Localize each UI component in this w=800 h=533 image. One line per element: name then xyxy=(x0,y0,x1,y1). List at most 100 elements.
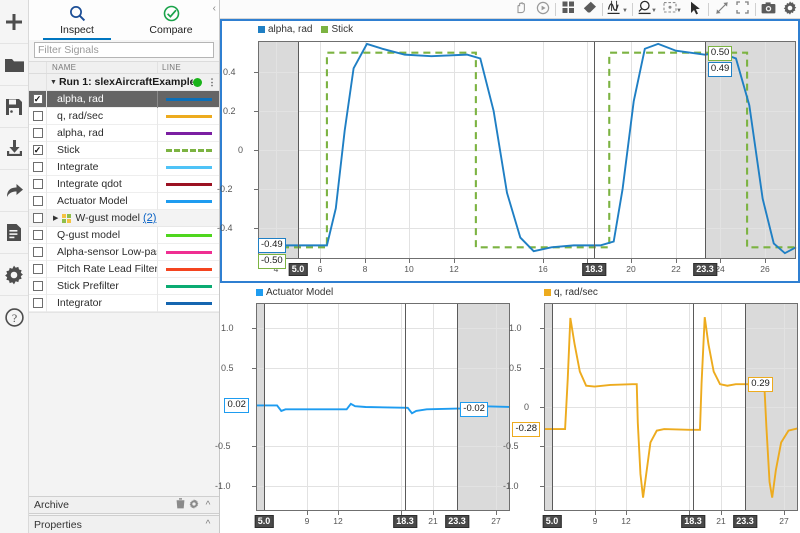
chevron-up-icon[interactable]: ^ xyxy=(201,500,215,511)
plot-actuator-model[interactable]: Actuator Model9121821271.00.5-0.5-1.05.0… xyxy=(215,285,512,533)
cursor-value-tag[interactable]: 0.50 xyxy=(707,45,733,61)
select-arrow-button[interactable] xyxy=(685,0,706,19)
snapshot-camera-button[interactable] xyxy=(758,0,779,19)
signal-row[interactable]: Integrate xyxy=(29,158,219,176)
signal-visibility-checkbox[interactable] xyxy=(29,226,47,244)
signal-row[interactable]: Actuator Model xyxy=(29,192,219,210)
signal-line-style[interactable] xyxy=(157,124,219,142)
eraser-button[interactable] xyxy=(579,0,600,19)
signal-line-style[interactable] xyxy=(157,90,219,108)
signal-line-style[interactable] xyxy=(157,294,219,312)
add-button[interactable] xyxy=(0,0,28,44)
signal-line-style[interactable] xyxy=(157,226,219,244)
cursor-value-tag[interactable]: 0.49 xyxy=(707,61,733,77)
cursor-time-label[interactable]: 5.0 xyxy=(542,515,562,528)
fullscreen-button[interactable] xyxy=(732,0,753,19)
signal-visibility-checkbox[interactable] xyxy=(29,243,47,261)
zoom-in-button[interactable]: ▼ xyxy=(635,0,660,19)
plot-axes[interactable]: 46810121618202224260.40.20-0.2-0.45.018.… xyxy=(217,41,797,276)
cursor-value-tag[interactable]: 0.02 xyxy=(224,398,249,414)
more-options-icon[interactable]: ⋮ xyxy=(207,78,217,87)
tab-compare[interactable]: Compare xyxy=(125,0,217,40)
legend-item[interactable]: Actuator Model xyxy=(256,287,333,298)
save-button[interactable] xyxy=(0,86,28,128)
signal-line-style[interactable] xyxy=(157,260,219,278)
signal-line-style[interactable] xyxy=(157,277,219,295)
signal-line-style[interactable] xyxy=(157,175,219,193)
report-button[interactable] xyxy=(0,212,28,254)
signal-visibility-checkbox[interactable] xyxy=(29,107,47,125)
group-count[interactable]: (2) xyxy=(143,212,156,224)
chevron-down-icon[interactable]: ▼ xyxy=(676,8,682,14)
plot-axes[interactable]: 9121821271.00.50-0.5-1.05.018.323.3-0.28… xyxy=(503,303,799,528)
cursor-value-tag[interactable]: -0.02 xyxy=(460,401,488,417)
cursor-time-label[interactable]: 23.3 xyxy=(693,263,717,276)
restore-view-button[interactable] xyxy=(711,0,732,19)
cursor-time-label[interactable]: 18.3 xyxy=(393,515,417,528)
pan-hand-button[interactable] xyxy=(511,0,532,19)
cursor-value-tag[interactable]: -0.49 xyxy=(258,238,286,254)
legend-item[interactable]: alpha, rad xyxy=(258,24,312,35)
subplot-layout-button[interactable] xyxy=(558,0,579,19)
signal-visibility-checkbox[interactable] xyxy=(29,277,47,295)
signal-visibility-checkbox[interactable] xyxy=(29,260,47,278)
plot-axes[interactable]: 9121821271.00.5-0.5-1.05.018.323.30.02-0… xyxy=(215,303,511,528)
signal-group-row[interactable]: ▶ W-gust model (2) xyxy=(29,209,219,227)
signal-visibility-checkbox[interactable]: ✓ xyxy=(29,90,47,108)
chevron-right-icon[interactable]: ▶ xyxy=(53,214,58,222)
cursor-value-tag[interactable]: 0.29 xyxy=(748,377,773,393)
signal-row[interactable]: ✓ Stick xyxy=(29,141,219,159)
chevron-up-icon[interactable]: ^ xyxy=(201,519,215,530)
signal-visibility-checkbox[interactable] xyxy=(29,124,47,142)
help-button[interactable]: ? xyxy=(0,296,28,338)
signal-row[interactable]: q, rad/sec xyxy=(29,107,219,125)
signal-visibility-checkbox[interactable] xyxy=(29,294,47,312)
signal-visibility-checkbox[interactable] xyxy=(29,192,47,210)
cursor-time-label[interactable]: 5.0 xyxy=(288,263,308,276)
share-button[interactable] xyxy=(0,170,28,212)
properties-panel-header[interactable]: Properties ^ xyxy=(29,515,219,533)
signal-row[interactable]: Alpha-sensor Low-pass Filter xyxy=(29,243,219,261)
chevron-down-icon[interactable]: ▼ xyxy=(622,8,628,14)
signal-visibility-checkbox[interactable]: ✓ xyxy=(29,141,47,159)
archive-panel-header[interactable]: Archive ^ xyxy=(29,496,219,514)
cursor-value-tag[interactable]: -0.50 xyxy=(258,254,286,270)
signal-row[interactable]: Integrator xyxy=(29,294,219,312)
chevron-left-icon[interactable]: ‹ xyxy=(213,3,216,14)
legend-item[interactable]: Stick xyxy=(321,24,353,35)
legend-item[interactable]: q, rad/sec xyxy=(544,287,598,298)
plot-q-rad-sec[interactable]: q, rad/sec9121821271.00.50-0.5-1.05.018.… xyxy=(503,285,800,533)
signal-visibility-checkbox[interactable] xyxy=(29,158,47,176)
cursor-time-label[interactable]: 23.3 xyxy=(733,515,757,528)
signal-line-style[interactable] xyxy=(157,141,219,159)
cursor-value-tag[interactable]: -0.28 xyxy=(512,422,541,438)
run-row[interactable]: ▼ Run 1: slexAircraftExample[Current] ⋮ xyxy=(29,73,219,91)
playback-button[interactable] xyxy=(532,0,553,19)
cursor-time-label[interactable]: 23.3 xyxy=(445,515,469,528)
cursor-time-label[interactable]: 5.0 xyxy=(254,515,274,528)
search-input[interactable] xyxy=(34,42,214,58)
signal-visibility-checkbox[interactable] xyxy=(29,175,47,193)
signal-row[interactable]: Pitch Rate Lead Filter xyxy=(29,260,219,278)
cursor-time-label[interactable]: 18.3 xyxy=(582,263,606,276)
signal-row[interactable]: alpha, rad xyxy=(29,124,219,142)
plot-settings-gear-button[interactable] xyxy=(779,0,800,19)
signal-row[interactable]: Integrate qdot xyxy=(29,175,219,193)
fit-to-view-button[interactable]: ▼ xyxy=(660,0,685,19)
cursor-measure-button[interactable]: ▼ xyxy=(605,0,630,19)
signal-row[interactable]: ✓ alpha, rad xyxy=(29,90,219,108)
settings-button[interactable] xyxy=(0,254,28,296)
chevron-down-icon[interactable]: ▼ xyxy=(651,8,657,14)
chevron-down-icon[interactable]: ▼ xyxy=(47,79,59,86)
signal-row[interactable]: Stick Prefilter xyxy=(29,277,219,295)
gear-icon[interactable] xyxy=(187,498,201,512)
signal-line-style[interactable] xyxy=(157,192,219,210)
signal-row[interactable]: Q-gust model xyxy=(29,226,219,244)
group-checkbox[interactable] xyxy=(29,209,47,227)
signal-line-style[interactable] xyxy=(157,107,219,125)
open-folder-button[interactable] xyxy=(0,44,28,86)
import-button[interactable] xyxy=(0,128,28,170)
tab-inspect[interactable]: Inspect xyxy=(31,0,123,40)
plot-main[interactable]: alpha, rad Stick 46810121618202224260.40.2… xyxy=(217,19,800,283)
trash-icon[interactable] xyxy=(173,498,187,512)
